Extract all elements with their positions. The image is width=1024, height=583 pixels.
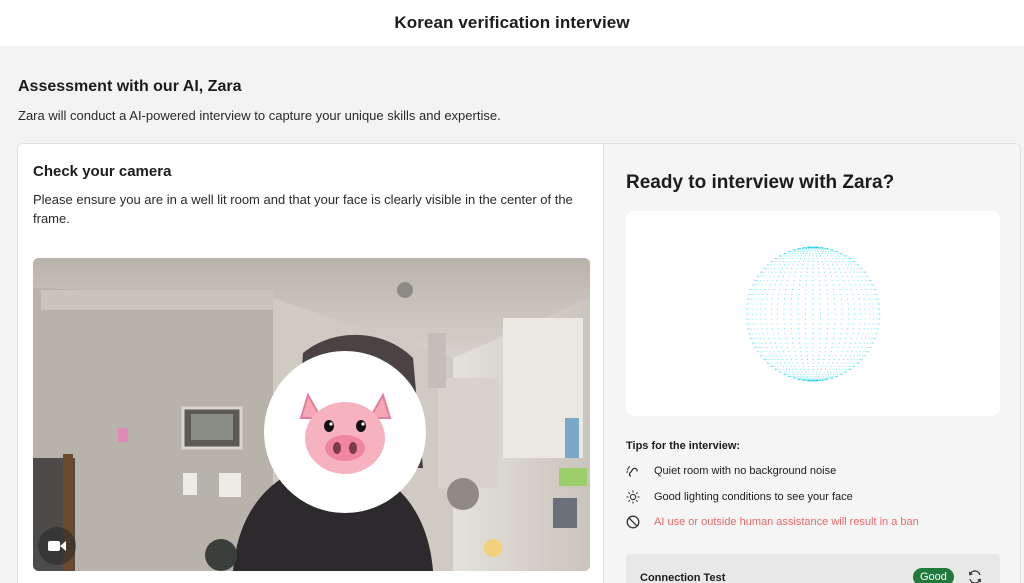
tip-warning-text: AI use or outside human assistance will … — [654, 516, 919, 528]
ai-orb-graphic — [745, 246, 881, 381]
camera-toggle-button[interactable] — [38, 527, 76, 565]
refresh-icon — [969, 570, 981, 583]
ai-avatar-box — [626, 211, 1000, 416]
camera-check-panel: Check your camera Please ensure you are … — [18, 144, 604, 583]
assessment-description: Zara will conduct a AI-powered interview… — [18, 108, 501, 123]
face-privacy-overlay — [264, 351, 426, 513]
tip-lighting: Good lighting conditions to see your fac… — [626, 490, 853, 504]
interview-card: Check your camera Please ensure you are … — [17, 143, 1021, 583]
tip-no-ai-use: AI use or outside human assistance will … — [626, 515, 919, 529]
connection-test-panel: Connection Test Good — [626, 554, 1000, 583]
tip-quiet-room: Quiet room with no background noise — [626, 464, 836, 478]
ear-icon — [626, 464, 640, 478]
assessment-title: Assessment with our AI, Zara — [18, 78, 242, 95]
ready-panel: Ready to interview with Zara? Tips for t… — [604, 144, 1020, 583]
tips-heading: Tips for the interview: — [626, 440, 741, 452]
camera-check-title: Check your camera — [33, 163, 172, 180]
top-bar: Korean verification interview — [0, 0, 1024, 46]
ban-icon — [626, 515, 640, 529]
video-camera-icon — [48, 541, 66, 551]
tip-text: Quiet room with no background noise — [654, 465, 837, 477]
camera-feed-image — [33, 258, 590, 571]
camera-check-description: Please ensure you are in a well lit room… — [33, 192, 573, 226]
refresh-connection-button[interactable] — [967, 569, 983, 583]
ready-title: Ready to interview with Zara? — [626, 172, 895, 193]
tip-text: Good lighting conditions to see your fac… — [654, 491, 853, 503]
connection-status-badge: Good — [913, 568, 954, 583]
sun-icon — [626, 490, 640, 504]
page-title: Korean verification interview — [394, 13, 630, 32]
camera-preview — [33, 258, 590, 571]
connection-test-label: Connection Test — [640, 572, 726, 583]
